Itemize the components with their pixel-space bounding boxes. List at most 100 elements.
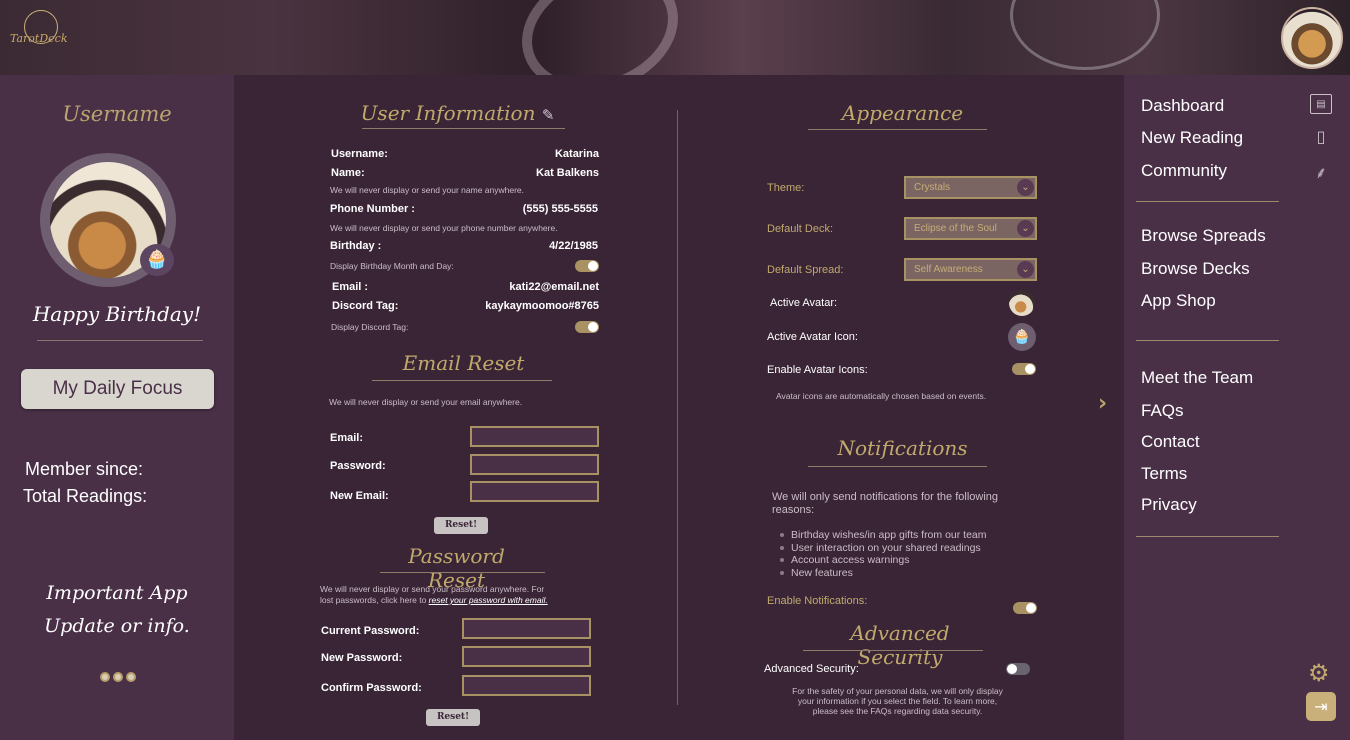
- note-line: We will never display or send your passw…: [320, 584, 545, 594]
- book-icon[interactable]: ▯: [1310, 127, 1332, 147]
- heading-underline: [362, 128, 565, 129]
- enable-icons-label: Enable Avatar Icons:: [767, 364, 868, 376]
- discord-display-toggle[interactable]: [575, 321, 599, 333]
- notifications-intro: We will only send notifications for the …: [772, 491, 998, 517]
- reset-password-link[interactable]: reset your password with email.: [429, 595, 548, 605]
- advanced-security-toggle[interactable]: [1006, 663, 1030, 675]
- important-update: Important App Update or info.: [0, 577, 234, 643]
- nav-divider: [1136, 201, 1279, 202]
- chevron-down-icon[interactable]: ⌄: [1017, 179, 1034, 196]
- deck-label: Default Deck:: [767, 223, 834, 235]
- security-heading: Advanced Security: [850, 621, 950, 669]
- nav-privacy[interactable]: Privacy: [1141, 495, 1197, 515]
- note-line: please see the FAQs regarding data secur…: [812, 706, 983, 716]
- phone-note: We will never display or send your phone…: [330, 223, 558, 233]
- discord-value[interactable]: kaykaymoomoo#8765: [460, 300, 599, 312]
- important-line: Update or info.: [44, 615, 190, 637]
- total-readings-label: Total Readings:: [23, 486, 148, 506]
- nav-faqs[interactable]: FAQs: [1141, 401, 1184, 421]
- active-avatar[interactable]: [1009, 290, 1035, 316]
- name-note: We will never display or send your name …: [330, 185, 525, 195]
- nav-new-reading[interactable]: New Reading: [1141, 128, 1243, 148]
- reset-password-field[interactable]: [470, 454, 599, 475]
- new-email-field[interactable]: [470, 481, 599, 502]
- heading-underline: [372, 380, 552, 381]
- confirm-password-field[interactable]: [462, 675, 591, 696]
- list-item: New features: [780, 567, 987, 580]
- chevron-right-icon[interactable]: ›: [1098, 391, 1107, 416]
- nav-app-shop[interactable]: App Shop: [1141, 291, 1216, 311]
- spread-value: Self Awareness: [914, 264, 983, 275]
- carousel-dots[interactable]: [100, 671, 140, 683]
- intro-line: reasons:: [772, 504, 815, 516]
- dashboard-icon[interactable]: ▤: [1310, 94, 1332, 114]
- avatar-icons-note: Avatar icons are automatically chosen ba…: [776, 391, 987, 401]
- nav-browse-spreads[interactable]: Browse Spreads: [1141, 226, 1266, 246]
- discord-label: Discord Tag:: [332, 300, 399, 312]
- note-line: lost passwords, click here to reset your…: [320, 595, 548, 606]
- nav-community[interactable]: Community: [1141, 161, 1227, 181]
- spread-select[interactable]: Self Awareness ⌄: [904, 258, 1037, 281]
- member-since-label: Member since:: [25, 459, 144, 479]
- banner-decoration: [1010, 0, 1160, 70]
- birthday-value[interactable]: 4/22/1985: [470, 240, 598, 252]
- avatar-icon-label: Active Avatar Icon:: [767, 331, 858, 343]
- carousel-dot[interactable]: [100, 672, 110, 682]
- username-value[interactable]: Katarina: [470, 148, 599, 160]
- notification-reasons: Birthday wishes/in app gifts from our te…: [780, 529, 987, 579]
- cake-icon[interactable]: 🧁: [1008, 323, 1036, 351]
- password-reset-button[interactable]: Reset!: [426, 709, 480, 726]
- name-value[interactable]: Kat Balkens: [470, 167, 599, 179]
- new-password-field[interactable]: [462, 646, 591, 667]
- deck-select[interactable]: Eclipse of the Soul ⌄: [904, 217, 1037, 240]
- logout-icon[interactable]: ⇥: [1306, 692, 1336, 721]
- birthday-message: Happy Birthday!: [32, 302, 202, 326]
- carousel-dot[interactable]: [126, 672, 136, 682]
- nav-contact[interactable]: Contact: [1141, 432, 1200, 452]
- enable-notifications-label: Enable Notifications:: [767, 595, 868, 607]
- reset-email-label: Email:: [330, 432, 364, 444]
- top-banner: TarotDeck: [0, 0, 1350, 75]
- reset-password-label: Password:: [330, 460, 386, 472]
- chevron-down-icon[interactable]: ⌄: [1017, 220, 1034, 237]
- phone-value[interactable]: (555) 555-5555: [470, 203, 598, 215]
- theme-label: Theme:: [767, 182, 805, 194]
- user-info-title: User Information: [360, 101, 536, 125]
- header-avatar[interactable]: [1281, 7, 1343, 69]
- nav-terms[interactable]: Terms: [1141, 464, 1187, 484]
- nav-divider: [1136, 536, 1279, 537]
- heading-underline: [808, 129, 987, 130]
- user-info-heading: User Information ✎: [360, 101, 555, 125]
- logo-text: TarotDeck: [10, 32, 68, 45]
- reset-email-field[interactable]: [470, 426, 599, 447]
- email-value[interactable]: kati22@email.net: [470, 281, 599, 293]
- chevron-down-icon[interactable]: ⌄: [1017, 261, 1034, 278]
- list-item: Birthday wishes/in app gifts from our te…: [780, 529, 987, 542]
- birthday-cake-icon: 🧁: [140, 244, 174, 276]
- security-note: For the safety of your personal data, we…: [760, 686, 1035, 716]
- nav-meet-team[interactable]: Meet the Team: [1141, 368, 1253, 388]
- active-avatar-label: Active Avatar:: [770, 297, 838, 309]
- current-password-field[interactable]: [462, 618, 591, 639]
- app-logo[interactable]: TarotDeck: [10, 10, 70, 65]
- gear-icon[interactable]: ⚙: [1308, 659, 1330, 687]
- birthday-display-toggle[interactable]: [575, 260, 599, 272]
- advanced-security-label: Advanced Security:: [764, 663, 859, 675]
- name-label: Name:: [331, 167, 365, 179]
- password-reset-note: We will never display or send your passw…: [320, 584, 548, 606]
- new-password-label: New Password:: [321, 652, 403, 664]
- theme-select[interactable]: Crystals ⌄: [904, 176, 1037, 199]
- spread-label: Default Spread:: [767, 264, 844, 276]
- hands-icon[interactable]: ⸙: [1310, 163, 1332, 183]
- phone-label: Phone Number :: [330, 203, 415, 215]
- nav-browse-decks[interactable]: Browse Decks: [1141, 259, 1250, 279]
- heading-underline: [380, 572, 545, 573]
- avatar-icons-toggle[interactable]: [1012, 363, 1036, 375]
- notifications-toggle[interactable]: [1013, 602, 1037, 614]
- nav-dashboard[interactable]: Dashboard: [1141, 96, 1224, 116]
- edit-pencil-icon[interactable]: ✎: [542, 106, 555, 124]
- carousel-dot[interactable]: [113, 672, 123, 682]
- current-password-label: Current Password:: [321, 625, 420, 637]
- daily-focus-button[interactable]: My Daily Focus: [21, 369, 214, 409]
- email-reset-button[interactable]: Reset!: [434, 517, 488, 534]
